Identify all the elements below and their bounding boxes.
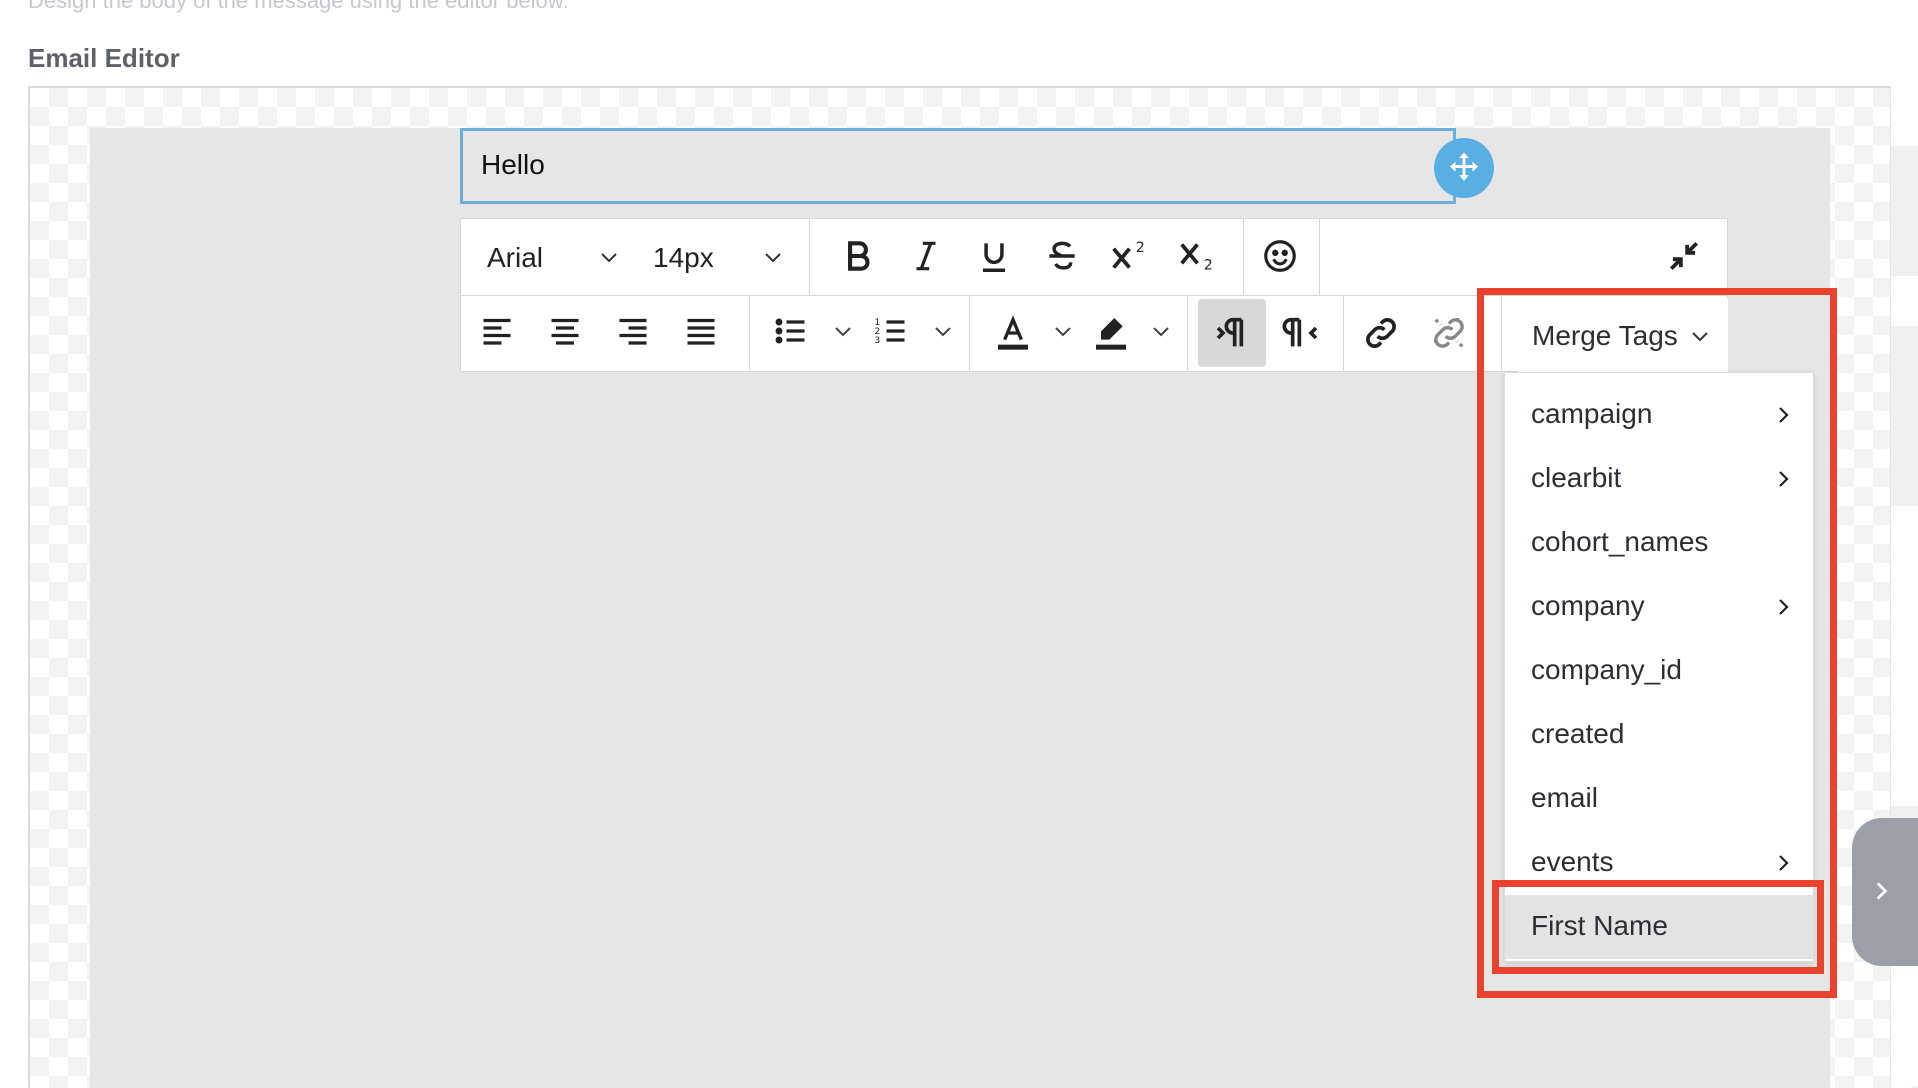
chevron-down-icon[interactable] bbox=[1149, 319, 1173, 343]
section-label: Email Editor bbox=[28, 43, 180, 73]
unlink-icon[interactable] bbox=[1429, 313, 1469, 353]
font-size-select[interactable]: 14px bbox=[653, 242, 714, 274]
italic-icon[interactable] bbox=[907, 237, 945, 275]
annotation-highlight-first-name bbox=[1492, 880, 1824, 974]
text-block-content[interactable]: Hello bbox=[481, 149, 545, 181]
svg-text:3: 3 bbox=[875, 336, 881, 346]
subscript-icon[interactable]: 2 bbox=[1177, 237, 1221, 277]
toolbar-row-formatting: Arial 14px 2 2 bbox=[461, 219, 1727, 296]
svg-text:2: 2 bbox=[1204, 258, 1213, 274]
chevron-down-icon[interactable] bbox=[597, 245, 621, 269]
chevron-down-icon[interactable] bbox=[831, 319, 855, 343]
bold-icon[interactable] bbox=[839, 237, 877, 275]
link-icon[interactable] bbox=[1361, 313, 1401, 353]
align-justify-icon[interactable] bbox=[683, 313, 719, 349]
chevron-down-icon[interactable] bbox=[931, 319, 955, 343]
superscript-icon[interactable]: 2 bbox=[1109, 235, 1153, 275]
align-left-icon[interactable] bbox=[479, 313, 515, 349]
bullet-list-icon[interactable] bbox=[773, 313, 809, 349]
collapse-icon[interactable] bbox=[1665, 237, 1703, 275]
font-family-select[interactable]: Arial bbox=[487, 242, 543, 274]
ltr-icon[interactable] bbox=[1213, 313, 1253, 353]
text-color-icon[interactable] bbox=[993, 313, 1033, 353]
svg-text:2: 2 bbox=[1136, 240, 1145, 256]
side-panel-toggle[interactable] bbox=[1852, 818, 1918, 966]
chevron-down-icon[interactable] bbox=[761, 245, 785, 269]
align-center-icon[interactable] bbox=[547, 313, 583, 349]
numbered-list-icon[interactable]: 123 bbox=[873, 313, 909, 349]
highlight-icon[interactable] bbox=[1091, 313, 1131, 353]
underline-icon[interactable] bbox=[975, 237, 1013, 275]
strikethrough-icon[interactable] bbox=[1043, 237, 1081, 275]
editor-hint-text: Design the body of the message using the… bbox=[28, 0, 569, 13]
chevron-down-icon[interactable] bbox=[1051, 319, 1075, 343]
text-block[interactable]: Hello bbox=[460, 128, 1456, 204]
move-handle-icon[interactable] bbox=[1434, 138, 1494, 198]
emoji-icon[interactable] bbox=[1261, 237, 1299, 275]
chevron-right-icon bbox=[1868, 878, 1894, 904]
align-right-icon[interactable] bbox=[615, 313, 651, 349]
rtl-icon[interactable] bbox=[1281, 313, 1321, 353]
